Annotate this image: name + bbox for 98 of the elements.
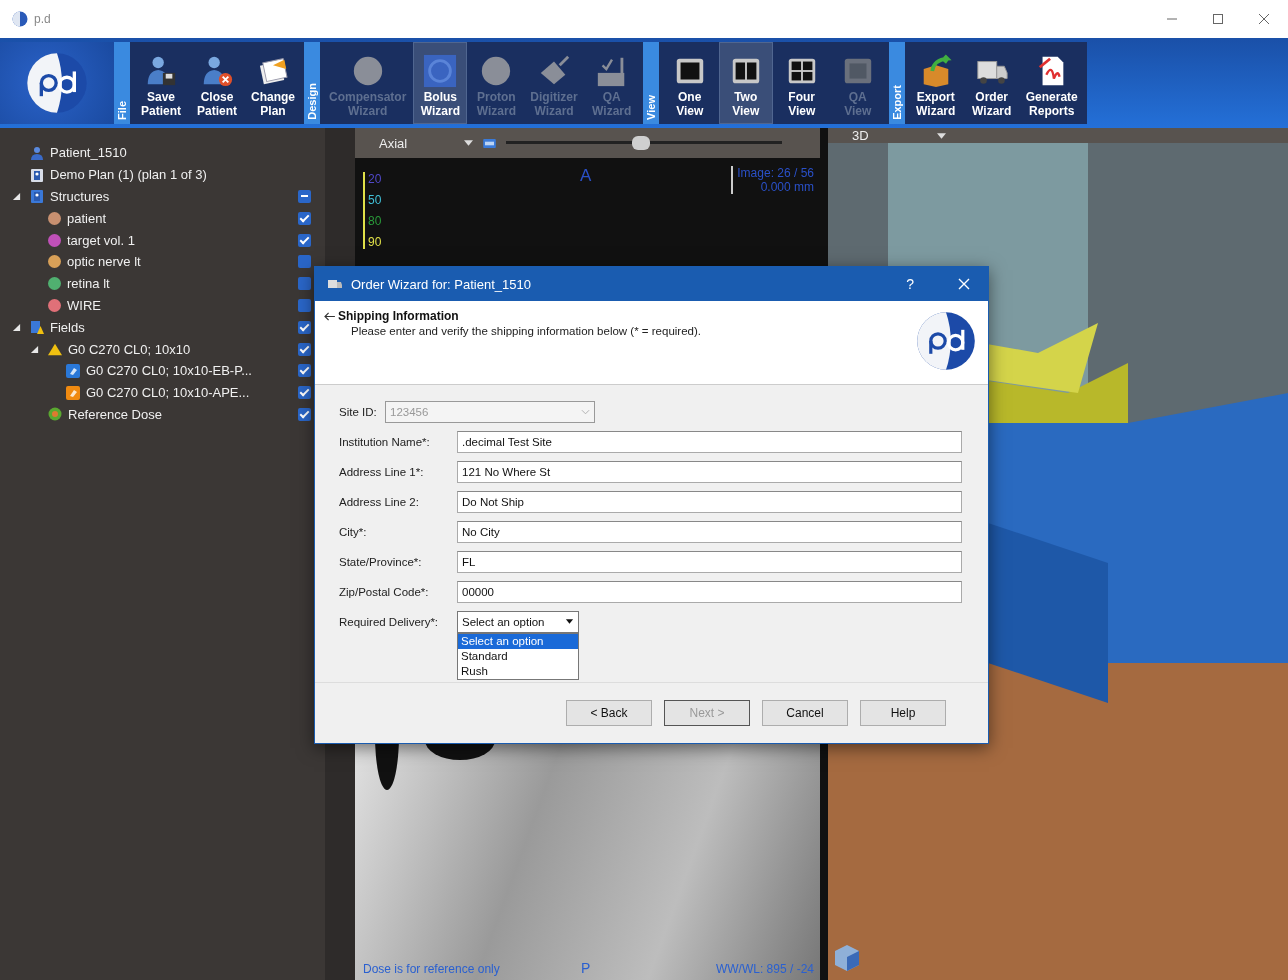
visibility-checkbox[interactable] xyxy=(298,320,311,334)
triangle-icon xyxy=(48,342,62,357)
visibility-checkbox[interactable] xyxy=(298,386,311,400)
field-label: Address Line 1*: xyxy=(339,466,425,478)
ribbon-button[interactable]: Close Patient xyxy=(190,42,244,124)
app-logo-icon xyxy=(12,11,28,27)
field-label: Site ID: xyxy=(339,406,378,418)
ribbon-group-tab[interactable]: Design xyxy=(304,42,320,124)
dropdown-option[interactable]: Standard xyxy=(458,649,578,664)
aperture-tile-icon xyxy=(66,385,80,400)
dose-level-label: 50 xyxy=(368,193,382,207)
ribbon-button[interactable]: Save Patient xyxy=(134,42,188,124)
tree-item[interactable]: Fields xyxy=(50,319,85,335)
input-field[interactable]: 121 No Where St xyxy=(457,461,962,483)
ribbon-button[interactable]: One View xyxy=(662,42,717,124)
tree-item[interactable]: patient xyxy=(67,210,107,226)
tree-item[interactable]: optic nerve lt xyxy=(67,254,141,270)
plan-card-icon xyxy=(30,189,44,204)
ribbon-button[interactable]: Two View xyxy=(718,42,773,124)
field-label: Zip/Postal Code*: xyxy=(339,586,430,598)
expanded-triangle-icon[interactable] xyxy=(12,192,21,201)
ribbon-button[interactable]: Export Wizard xyxy=(908,42,963,124)
tree-item[interactable]: G0 C270 CL0; 10x10 xyxy=(68,341,191,357)
plan-warning-icon xyxy=(30,320,44,335)
tree-item[interactable]: G0 C270 CL0; 10x10-EB-P... xyxy=(86,363,252,379)
close-icon[interactable] xyxy=(1258,13,1270,25)
delivery-dropdown[interactable]: Select an option xyxy=(457,611,579,633)
slice-position: 0.000 mm xyxy=(760,180,814,194)
input-field[interactable]: 00000 xyxy=(457,581,962,603)
ribbon-button[interactable]: Order Wizard xyxy=(964,42,1019,124)
ribbon-button[interactable]: Generate Reports xyxy=(1020,42,1083,124)
field-label: State/Province*: xyxy=(339,556,423,568)
input-field[interactable]: FL xyxy=(457,551,962,573)
dropdown-option[interactable]: Select an option xyxy=(458,634,578,649)
dialog-button[interactable]: Cancel xyxy=(762,700,848,726)
tree-item[interactable]: WIRE xyxy=(67,297,101,313)
expanded-triangle-icon[interactable] xyxy=(12,322,21,332)
tree-item[interactable]: Demo Plan (1) (plan 1 of 3) xyxy=(50,167,207,183)
dialog-title: Order Wizard for: Patient_1510 xyxy=(351,276,531,292)
caret-icon xyxy=(937,132,946,139)
ribbon-button[interactable]: Four View xyxy=(774,42,829,124)
visibility-checkbox[interactable] xyxy=(298,277,311,291)
caret-icon xyxy=(565,619,574,625)
visibility-checkbox[interactable] xyxy=(298,364,311,378)
dialog-button[interactable]: < Back xyxy=(566,700,652,726)
caret-icon xyxy=(581,409,590,415)
dose-level-label: 80 xyxy=(368,214,382,228)
dose-dot-icon xyxy=(48,407,62,422)
tree-item[interactable]: Patient_1510 xyxy=(50,145,127,161)
image-index: Image: 26 / 56 xyxy=(737,166,814,180)
expanded-triangle-icon[interactable] xyxy=(30,344,39,354)
window-level-readout: WW/WL: 895 / -24 xyxy=(715,962,814,976)
input-field[interactable]: .decimal Test Site xyxy=(457,431,962,453)
app-logo-icon xyxy=(914,309,978,373)
tree-item[interactable]: Reference Dose xyxy=(68,406,162,422)
view-dropdown[interactable]: Axial xyxy=(363,135,473,151)
visibility-checkbox[interactable] xyxy=(298,407,311,421)
window-title: p.d xyxy=(34,12,51,26)
visibility-checkbox[interactable] xyxy=(298,298,311,312)
field-label: Institution Name*: xyxy=(339,436,431,448)
orientation-label: P xyxy=(581,960,591,976)
tree-item[interactable]: retina lt xyxy=(67,276,110,292)
dose-level-label: 90 xyxy=(368,235,382,249)
caret-icon xyxy=(464,140,473,146)
view-dropdown[interactable]: 3D xyxy=(836,128,946,143)
field-label: Address Line 2: xyxy=(339,496,420,508)
field-label: Required Delivery*: xyxy=(339,616,440,628)
ribbon-button[interactable]: Change Plan xyxy=(246,42,300,124)
visibility-checkbox[interactable] xyxy=(298,255,311,269)
app-logo-icon xyxy=(24,50,90,116)
tree-item[interactable]: Structures xyxy=(50,189,110,204)
bolus-tile-icon xyxy=(66,363,80,378)
help-button[interactable]: ? xyxy=(898,276,922,292)
ribbon-group-tab[interactable]: File xyxy=(114,42,130,124)
bolus-icon xyxy=(423,54,458,89)
plan-card-icon xyxy=(30,167,44,182)
slider-thumb[interactable] xyxy=(632,136,651,150)
ribbon-button[interactable]: Bolus Wizard xyxy=(413,42,468,124)
dose-level-label: 20 xyxy=(368,172,382,186)
visibility-checkbox[interactable] xyxy=(298,190,311,203)
maximize-icon[interactable] xyxy=(1212,13,1224,25)
tree-item[interactable]: G0 C270 CL0; 10x10-APE... xyxy=(86,385,250,401)
dropdown-option[interactable]: Rush xyxy=(458,664,578,679)
tree-item[interactable]: target vol. 1 xyxy=(67,232,135,248)
input-field[interactable]: Do Not Ship xyxy=(457,491,962,513)
screen-icon[interactable] xyxy=(483,138,496,148)
visibility-checkbox[interactable] xyxy=(298,233,311,247)
dose-note: Dose is for reference only xyxy=(363,962,500,976)
person-icon xyxy=(30,145,44,160)
dialog-button[interactable]: Help xyxy=(860,700,946,726)
visibility-checkbox[interactable] xyxy=(298,342,311,356)
visibility-checkbox[interactable] xyxy=(298,211,311,225)
page-title: Shipping Information xyxy=(338,309,459,323)
back-arrow-icon[interactable] xyxy=(323,311,336,321)
field-label: City*: xyxy=(339,526,368,538)
input-field[interactable]: No City xyxy=(457,521,962,543)
orientation-label: A xyxy=(580,166,592,186)
instructions-text: Please enter and verify the shipping information below (* = required). xyxy=(350,325,701,337)
